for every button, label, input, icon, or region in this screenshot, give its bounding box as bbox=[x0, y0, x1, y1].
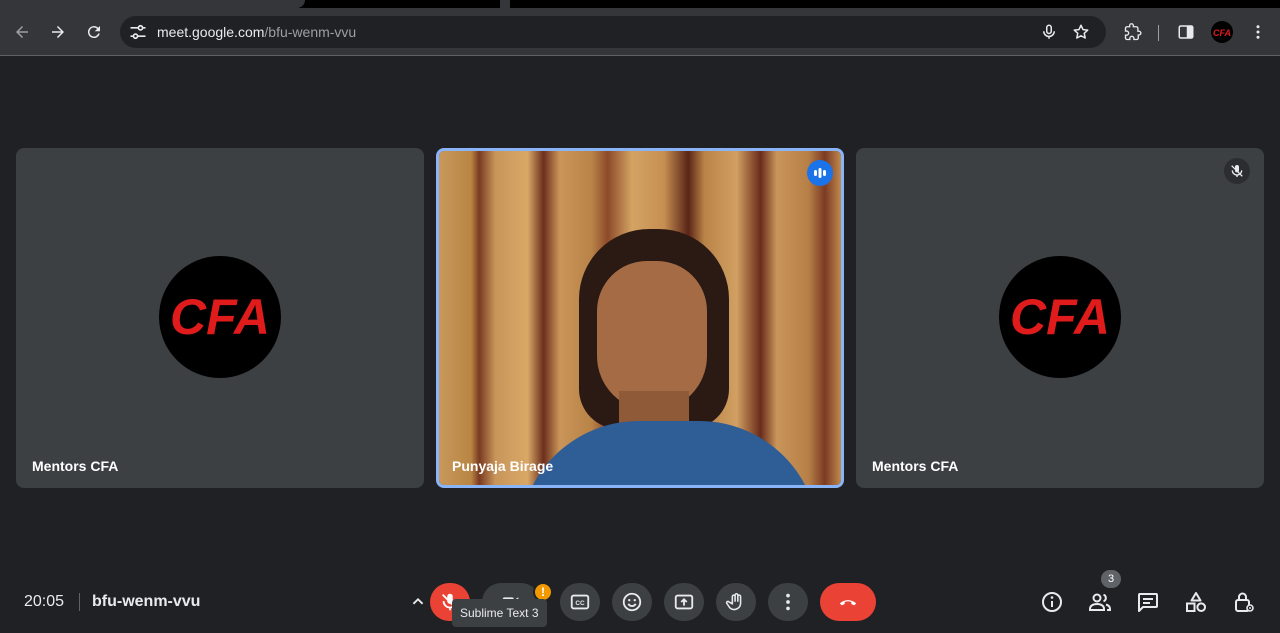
more-icon bbox=[786, 593, 790, 611]
menu-icon bbox=[1256, 25, 1260, 39]
participant-video bbox=[439, 151, 841, 485]
participant-tile-active-speaker[interactable]: Punyaja Birage bbox=[436, 148, 844, 488]
tab-separator bbox=[500, 0, 510, 8]
activities-button[interactable] bbox=[1181, 587, 1211, 617]
tooltip: Sublime Text 3 bbox=[452, 599, 547, 627]
leave-call-button[interactable] bbox=[820, 583, 876, 621]
people-button[interactable] bbox=[1085, 587, 1115, 617]
svg-text:CFA: CFA bbox=[170, 289, 270, 345]
captions-icon: CC bbox=[570, 594, 590, 610]
back-button[interactable] bbox=[8, 18, 36, 46]
reload-icon bbox=[87, 26, 100, 39]
extensions-button[interactable] bbox=[1119, 18, 1147, 46]
more-options-button[interactable] bbox=[768, 583, 808, 621]
participant-tile[interactable]: CFA Mentors CFA bbox=[16, 148, 424, 488]
forward-button[interactable] bbox=[44, 18, 72, 46]
forward-icon bbox=[52, 26, 64, 38]
side-panel-icon bbox=[1178, 25, 1194, 39]
browser-toolbar: meet.google.com/bfu-wenm-vvu CFA bbox=[0, 8, 1280, 56]
audio-level-icon bbox=[814, 168, 826, 178]
meeting-time: 20:05 bbox=[24, 593, 65, 610]
present-now-button[interactable] bbox=[664, 583, 704, 621]
muted-indicator bbox=[1224, 158, 1250, 184]
captions-button[interactable]: CC bbox=[560, 583, 600, 621]
activities-icon bbox=[1186, 592, 1207, 613]
info-icon bbox=[1042, 592, 1062, 612]
host-controls-button[interactable] bbox=[1229, 587, 1259, 617]
video-person-face bbox=[597, 261, 707, 411]
profile-avatar[interactable]: CFA bbox=[1211, 21, 1233, 43]
tab-active[interactable] bbox=[0, 0, 305, 8]
participant-name: Mentors CFA bbox=[872, 458, 959, 474]
svg-text:CC: CC bbox=[575, 600, 585, 607]
profile-logo: CFA bbox=[1213, 28, 1231, 38]
audio-options-button[interactable] bbox=[404, 583, 432, 621]
raise-hand-button[interactable] bbox=[716, 583, 756, 621]
people-icon bbox=[1089, 593, 1111, 611]
star-icon[interactable] bbox=[1072, 23, 1090, 41]
participant-name: Punyaja Birage bbox=[452, 458, 554, 474]
tab-strip bbox=[0, 0, 1280, 8]
mic-off-icon bbox=[1231, 165, 1243, 177]
send-reaction-button[interactable] bbox=[612, 583, 652, 621]
cfa-logo: CFA bbox=[170, 289, 270, 345]
cfa-logo: CFA bbox=[1010, 289, 1110, 345]
speaking-indicator bbox=[807, 160, 833, 186]
meeting-details-button[interactable] bbox=[1037, 587, 1067, 617]
toolbar-divider bbox=[1158, 25, 1159, 41]
participant-name: Mentors CFA bbox=[32, 458, 119, 474]
meeting-code: bfu-wenm-vvu bbox=[92, 593, 201, 610]
url-text: meet.google.com/bfu-wenm-vvu bbox=[157, 24, 356, 40]
reload-button[interactable] bbox=[80, 18, 108, 46]
raise-hand-icon bbox=[725, 593, 742, 611]
chat-icon bbox=[1138, 593, 1158, 612]
end-call-icon bbox=[839, 600, 857, 606]
tune-icon[interactable] bbox=[128, 22, 148, 42]
people-count-badge: 3 bbox=[1101, 570, 1121, 588]
url-path: /bfu-wenm-vvu bbox=[264, 24, 357, 40]
svg-text:CFA: CFA bbox=[1010, 289, 1110, 345]
video-person-shirt bbox=[519, 421, 819, 485]
extensions-icon bbox=[1124, 23, 1142, 41]
mic-icon[interactable] bbox=[1040, 23, 1058, 41]
avatar: CFA bbox=[999, 256, 1121, 378]
url-host: meet.google.com bbox=[157, 24, 265, 40]
present-icon bbox=[674, 594, 694, 610]
host-controls-icon bbox=[1235, 592, 1254, 612]
avatar: CFA bbox=[159, 256, 281, 378]
chevron-up-icon bbox=[412, 597, 424, 605]
address-bar[interactable]: meet.google.com/bfu-wenm-vvu bbox=[120, 16, 1106, 48]
emoji-icon bbox=[622, 592, 642, 612]
participant-tile[interactable]: CFA Mentors CFA bbox=[856, 148, 1264, 488]
back-icon bbox=[16, 26, 28, 38]
browser-menu-button[interactable] bbox=[1244, 18, 1272, 46]
side-panel-button[interactable] bbox=[1172, 18, 1200, 46]
svg-text:CFA: CFA bbox=[1213, 28, 1231, 38]
meeting-info-divider bbox=[79, 593, 80, 611]
chat-button[interactable] bbox=[1133, 587, 1163, 617]
